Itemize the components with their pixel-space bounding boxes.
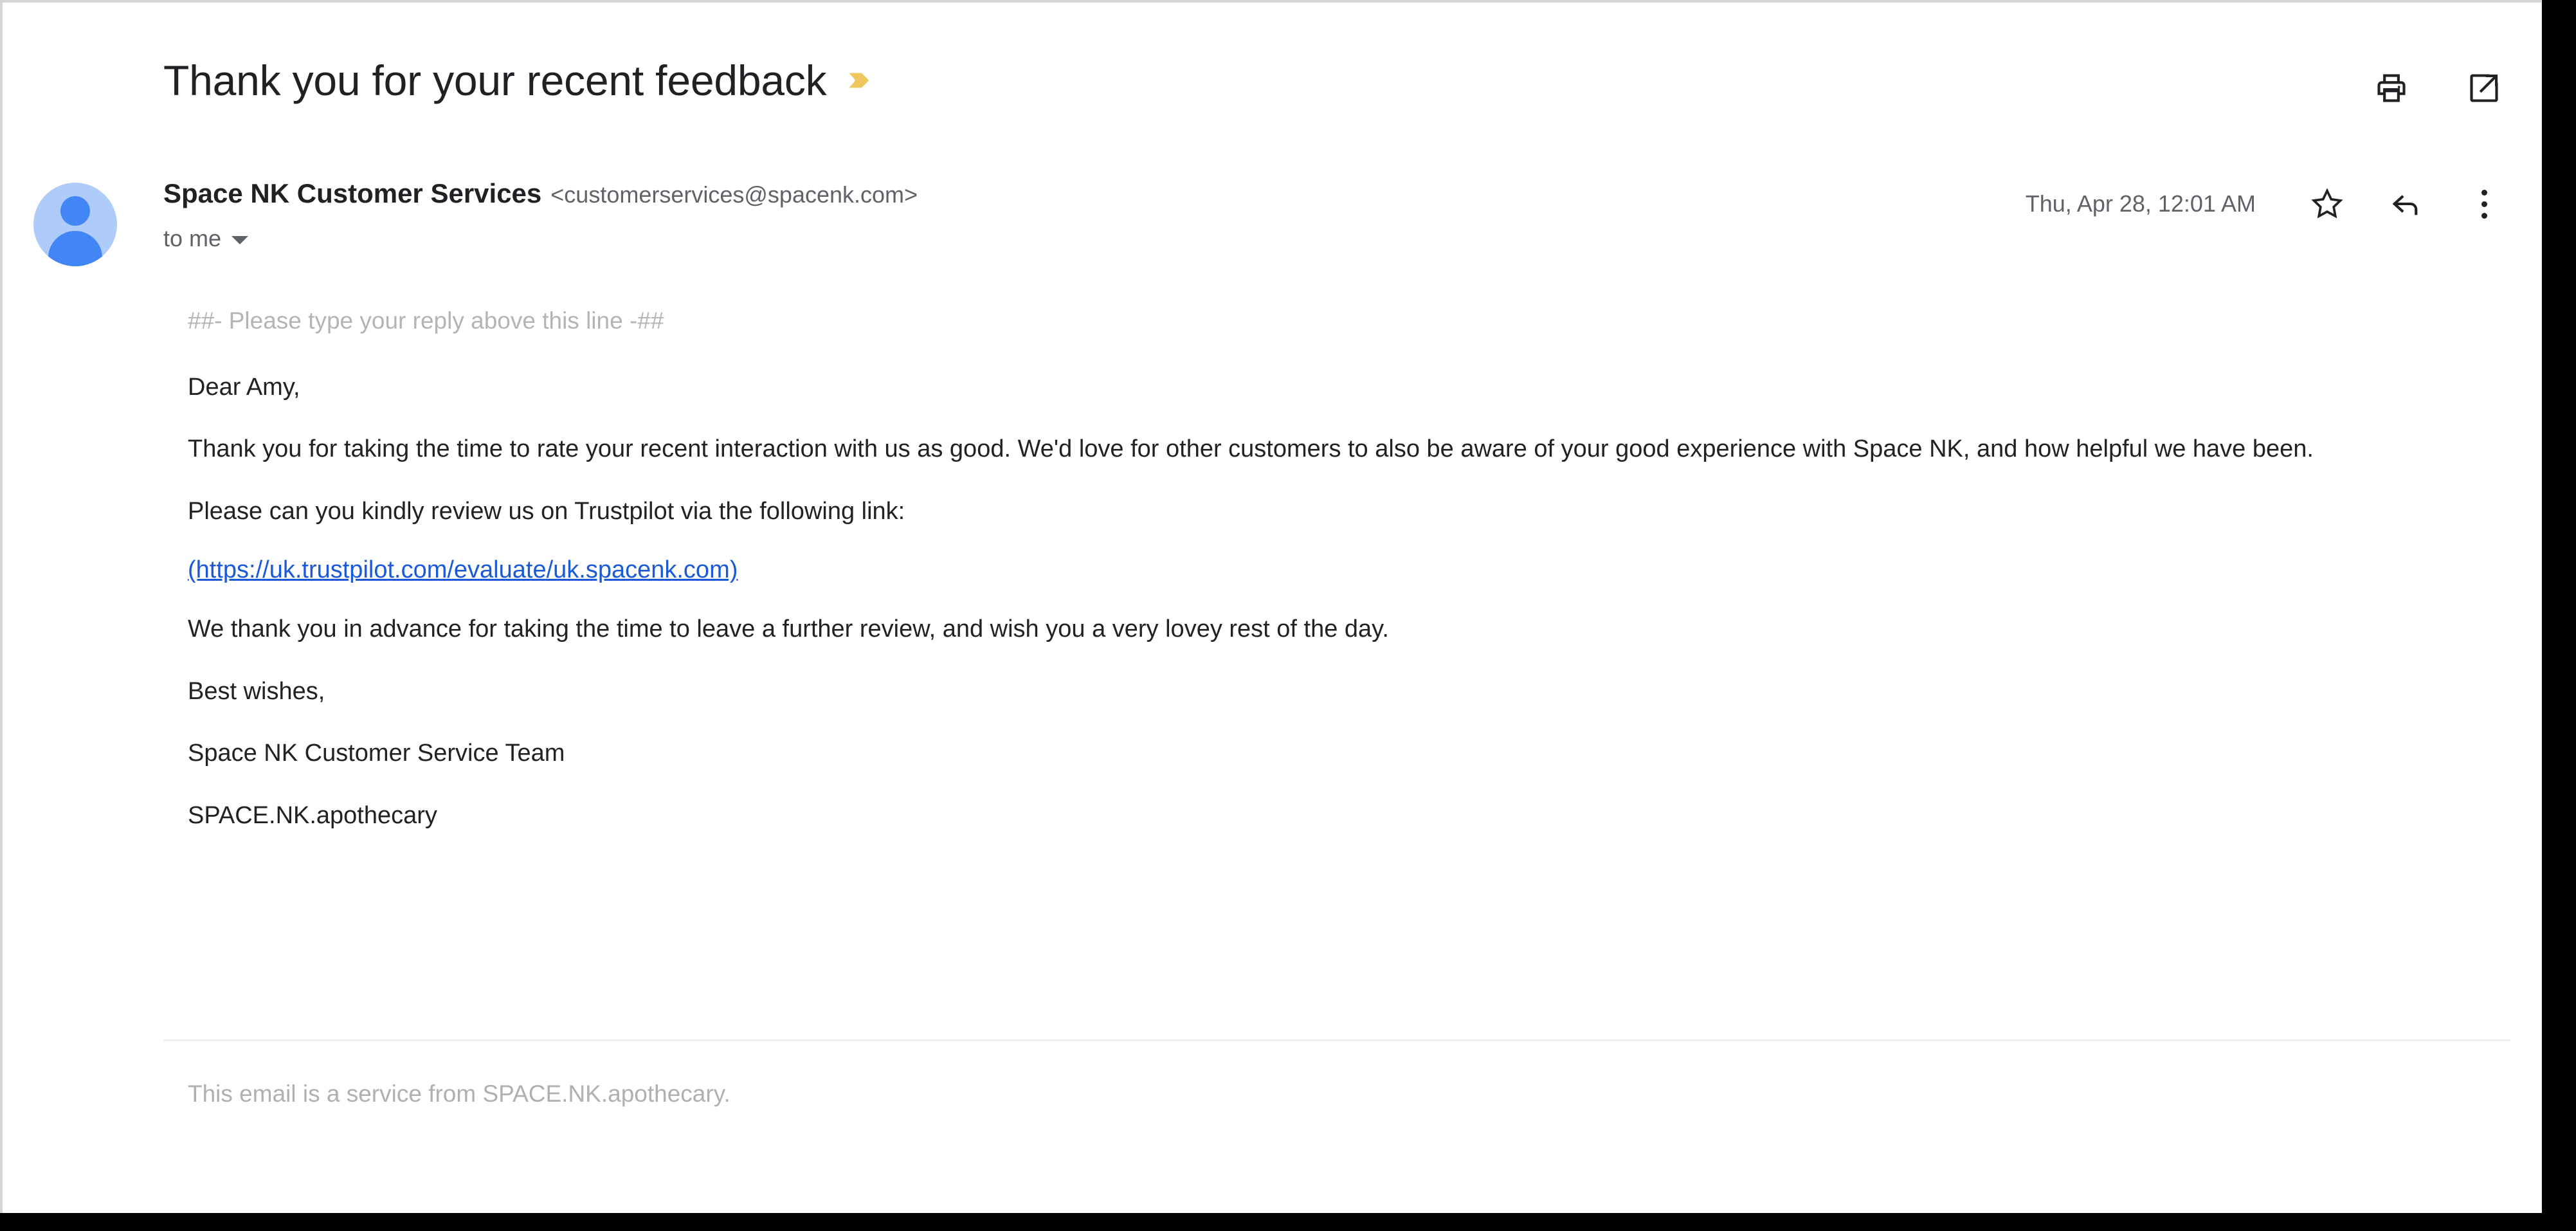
recipient-label: to me bbox=[163, 225, 222, 252]
recipient-toggle[interactable]: to me bbox=[163, 225, 249, 252]
avatar-head bbox=[60, 196, 90, 226]
link-paragraph: (https://uk.trustpilot.com/evaluate/uk.s… bbox=[188, 556, 2464, 584]
subject-header: Thank you for your recent feedback bbox=[3, 28, 2541, 105]
message-date: Thu, Apr 28, 12:01 AM bbox=[2025, 190, 2256, 217]
reply-icon[interactable] bbox=[2386, 184, 2426, 224]
importance-chevron-icon[interactable] bbox=[844, 66, 874, 95]
sign-off-text: Best wishes, bbox=[188, 677, 325, 705]
email-reading-pane: Thank you for your recent feedback Space… bbox=[0, 0, 2542, 1213]
more-options-icon[interactable] bbox=[2464, 184, 2504, 224]
default-person-avatar bbox=[33, 183, 117, 266]
chevron-down-icon[interactable] bbox=[231, 235, 249, 244]
sender-line: Space NK Customer Services <customerserv… bbox=[163, 178, 918, 210]
message-action-bar: Thu, Apr 28, 12:01 AM bbox=[2026, 184, 2504, 224]
open-in-new-window-icon[interactable] bbox=[2464, 68, 2504, 108]
footer-note: This email is a service from SPACE.NK.ap… bbox=[188, 1081, 730, 1107]
reply-marker-text: ##- Please type your reply above this li… bbox=[188, 307, 664, 334]
body-paragraph-2: Please can you kindly review us on Trust… bbox=[188, 497, 905, 525]
browser-viewport: Thank you for your recent feedback Space… bbox=[0, 0, 2576, 1231]
print-icon[interactable] bbox=[2372, 68, 2411, 108]
avatar-body bbox=[48, 231, 102, 266]
sender-block: Space NK Customer Services <customerserv… bbox=[163, 178, 918, 252]
email-body: ##- Please type your reply above this li… bbox=[188, 305, 2464, 861]
team-name-text: Space NK Customer Service Team bbox=[188, 740, 565, 767]
body-paragraph-3: We thank you in advance for taking the t… bbox=[188, 616, 1389, 643]
message-header: Space NK Customer Services <customerserv… bbox=[3, 170, 2541, 279]
sender-name: Space NK Customer Services bbox=[163, 178, 542, 208]
brand-name-text: SPACE.NK.apothecary bbox=[188, 801, 437, 829]
subject-group: Thank you for your recent feedback bbox=[163, 59, 874, 102]
page-title: Thank you for your recent feedback bbox=[163, 57, 827, 104]
body-paragraph-1: Thank you for taking the time to rate yo… bbox=[188, 435, 2314, 463]
trustpilot-review-link[interactable]: (https://uk.trustpilot.com/evaluate/uk.s… bbox=[188, 556, 738, 583]
star-icon[interactable] bbox=[2307, 184, 2347, 224]
footer-divider bbox=[163, 1039, 2510, 1041]
header-action-bar bbox=[2372, 68, 2504, 108]
kebab-dots bbox=[2481, 189, 2487, 219]
greeting-text: Dear Amy, bbox=[188, 373, 300, 401]
sender-email: <customerservices@spacenk.com> bbox=[550, 181, 918, 208]
